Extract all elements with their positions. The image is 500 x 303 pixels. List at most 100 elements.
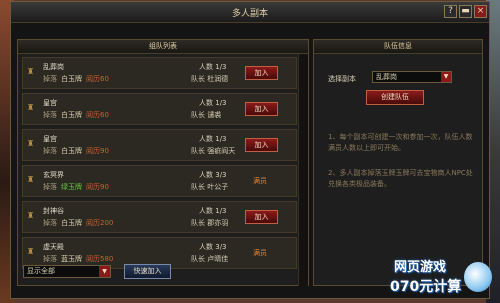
leader-label: 队长	[191, 75, 205, 83]
team-row: ♜ 皇宫掉落 白玉牌 阅历60 人数 1/3 队长 谴裘 加入	[22, 93, 297, 125]
drop-info: 掉落 绿玉牌 阅历90	[43, 182, 113, 192]
leader-label: 队长	[191, 147, 205, 155]
help-icon[interactable]: ?	[444, 5, 457, 18]
team-leader: 队长 郡亦羽	[191, 218, 228, 228]
rank-requirement: 阅历60	[86, 75, 109, 83]
team-info-title: 队伍信息	[314, 40, 482, 54]
team-list: ♜ 乱葬岗 掉落 白玉牌 阅历60 人数 1/3 队长 杜润德 加入 ♜ 皇宫 掉落 白玉牌 阅历60 人…	[22, 57, 297, 273]
rank-requirement: 阅历580	[86, 255, 114, 263]
drop-label: 掉落	[43, 111, 57, 119]
people-label: 人数	[199, 63, 213, 71]
team-row: ♜ 乱葬岗 掉落 白玉牌 阅历60 人数 1/3 队长 杜润德 加入	[22, 57, 297, 89]
rank-requirement: 阅历90	[86, 183, 109, 191]
people-value: 1/3	[215, 63, 227, 71]
people-label: 人数	[199, 207, 213, 215]
dungeon-select-value: 乱葬岗	[376, 73, 397, 81]
drop-label: 掉落	[43, 147, 57, 155]
full-status: 满员	[253, 249, 267, 257]
dungeon-name: 皇宫	[43, 99, 57, 107]
leader-name: 谴裘	[207, 111, 222, 119]
drop-info: 掉落 白玉牌 阅历90	[43, 146, 113, 156]
leader-label: 队长	[191, 111, 205, 119]
create-team-button[interactable]: 创建队伍	[366, 90, 424, 105]
drop-label: 掉落	[43, 255, 57, 263]
dungeon-icon: ♜	[27, 247, 35, 256]
dungeon-select[interactable]: 乱葬岗 ▼	[372, 71, 452, 83]
people-label: 人数	[199, 99, 213, 107]
dungeon-icon: ♜	[27, 139, 35, 148]
join-button[interactable]: 加入	[245, 138, 278, 152]
full-status: 满员	[253, 177, 267, 185]
drop-item: 白玉牌	[61, 111, 82, 119]
people-label: 人数	[199, 135, 213, 143]
dungeon-icon: ♜	[27, 211, 35, 220]
leader-name: 强疵阎天	[207, 147, 236, 155]
people-count: 人数 1/3	[199, 206, 227, 216]
watermark-line2: 070元计算	[390, 279, 462, 295]
drop-item: 绿玉牌	[61, 183, 82, 191]
rank-requirement: 阅历90	[86, 147, 109, 155]
site-watermark-logo: 网页游戏 070元计算	[388, 256, 500, 303]
people-count: 人数 1/3	[199, 62, 227, 72]
drop-info: 掉落 白玉牌 阅历60	[43, 74, 113, 84]
leader-label: 队长	[191, 219, 205, 227]
team-row: ♜ 皇宫 掉落 白玉牌 阅历90 人数 1/3 队长 强疵阎天 加入	[22, 129, 297, 161]
select-dungeon-label: 选择副本	[328, 75, 356, 83]
team-leader: 队长 谴裘	[191, 110, 221, 120]
drop-label: 掉落	[43, 75, 57, 83]
drop-item: 白玉牌	[61, 219, 82, 227]
leader-label: 队长	[191, 255, 205, 263]
people-value: 3/3	[215, 171, 227, 179]
chevron-down-icon[interactable]: ▼	[99, 266, 110, 277]
join-button[interactable]: 加入	[245, 210, 278, 224]
watermark-line1: 网页游戏	[394, 260, 447, 275]
drop-item: 蓝玉牌	[61, 255, 82, 263]
minimize-icon[interactable]: ▬	[459, 5, 472, 18]
leader-name: 叶公子	[207, 183, 229, 191]
leader-name: 卢晴佳	[207, 255, 229, 263]
drop-label: 掉落	[43, 183, 57, 191]
drop-info: 掉落 白玉牌 阅历200	[43, 218, 117, 228]
people-count: 人数 3/3	[199, 170, 227, 180]
join-button[interactable]: 加入	[245, 66, 278, 80]
rank-requirement: 阅历60	[86, 111, 109, 119]
filter-select-value: 显示全部	[27, 267, 55, 275]
dungeon-name: 封神谷	[43, 207, 64, 215]
leader-label: 队长	[191, 183, 205, 191]
people-value: 1/3	[215, 207, 227, 215]
people-count: 人数 3/3	[199, 242, 227, 252]
dungeon-name: 虚天殿	[43, 243, 64, 251]
people-label: 人数	[199, 171, 213, 179]
leader-name: 郡亦羽	[207, 219, 229, 227]
team-list-panel: 组队列表 ♜ 乱葬岗 掉落 白玉牌 阅历60 人数 1/3 队长 杜润德 加入 ♜ 皇宫 掉落 白玉牌…	[17, 39, 309, 286]
join-button[interactable]: 加入	[245, 102, 278, 116]
people-count: 人数 1/3	[199, 134, 227, 144]
people-value: 1/3	[215, 99, 227, 107]
drop-info: 掉落 蓝玉牌 阅历580	[43, 254, 117, 264]
multiplayer-dungeon-window: 多人副本 ? ▬ × 组队列表 ♜ 乱葬岗 掉落 白玉牌 阅历60 人数 1/3 队长 杜润…	[10, 1, 490, 299]
people-value: 1/3	[215, 135, 227, 143]
team-leader: 队长 叶公子	[191, 182, 228, 192]
dungeon-icon: ♜	[27, 103, 35, 112]
dungeon-icon: ♜	[27, 175, 35, 184]
window-title: 多人副本	[231, 9, 268, 19]
filter-select[interactable]: 显示全部 ▼	[23, 265, 111, 278]
team-info-panel: 队伍信息 选择副本 乱葬岗 ▼ 创建队伍 1、每个副本可创建一次和参加一次，队伍…	[313, 39, 483, 286]
team-leader: 队长 杜润德	[191, 74, 228, 84]
dungeon-name: 皇宫	[43, 135, 57, 143]
team-list-scrollbar[interactable]	[298, 54, 308, 286]
rank-requirement: 阅历200	[86, 219, 114, 227]
dungeon-name: 玄冥界	[43, 171, 64, 179]
chevron-down-icon[interactable]: ▼	[441, 72, 451, 82]
team-row: ♜ 玄冥界掉落 绿玉牌 阅历90 人数 3/3 队长 叶公子 满员	[22, 165, 297, 197]
quick-join-button[interactable]: 快速加入	[124, 264, 171, 279]
drop-info: 掉落 白玉牌 阅历60	[43, 110, 113, 120]
drop-label: 掉落	[43, 219, 57, 227]
tip-1: 1、每个副本可创建一次和参加一次，队伍人数满员人数以上即可开始。	[328, 133, 473, 152]
close-icon[interactable]: ×	[474, 5, 487, 18]
team-leader: 队长 卢晴佳	[191, 254, 228, 264]
title-bar[interactable]: 多人副本 ? ▬ ×	[11, 2, 489, 23]
team-leader: 队长 强疵阎天	[191, 146, 235, 156]
people-value: 3/3	[215, 243, 227, 251]
tip-2: 2、多人副本掉落玉牌玉牌可去宝物商人NPC处兑换各类极品装备。	[328, 169, 473, 188]
